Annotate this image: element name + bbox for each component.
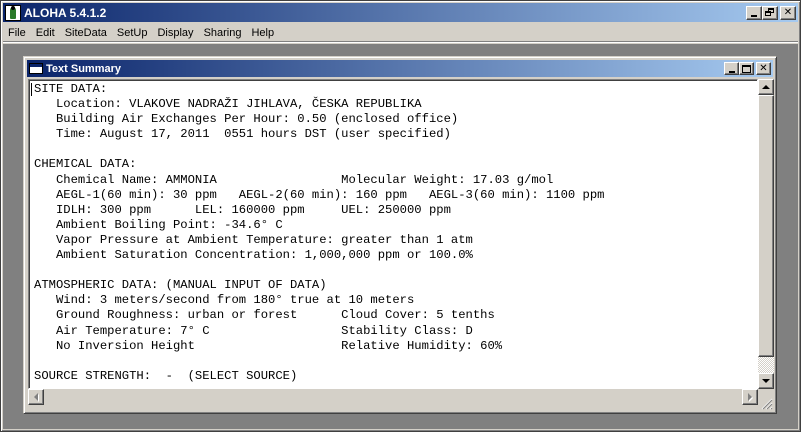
app-titlebar[interactable]: ALOHA 5.4.1.2 ✕	[3, 3, 798, 22]
arrow-left-icon	[34, 393, 38, 401]
minimize-button[interactable]	[746, 5, 762, 20]
text-summary-titlebar[interactable]: Text Summary ✕	[27, 60, 773, 77]
scroll-left-button[interactable]	[28, 389, 44, 405]
summary-text-area[interactable]: SITE DATA: Location: VLAKOVE NADRAŽI JIH…	[28, 79, 758, 389]
menu-sharing[interactable]: Sharing	[199, 27, 247, 39]
minimize-icon	[751, 14, 757, 17]
aloha-app-icon[interactable]	[5, 4, 21, 21]
menu-sitedata[interactable]: SiteData	[60, 27, 112, 39]
close-button[interactable]: ✕	[780, 5, 796, 20]
summary-line: Ground Roughness: urban or forest Cloud …	[34, 308, 495, 323]
menu-file[interactable]: File	[3, 27, 31, 39]
close-icon: ✕	[759, 62, 768, 74]
summary-line: CHEMICAL DATA:	[34, 157, 137, 172]
summary-text: SITE DATA: Location: VLAKOVE NADRAŽI JIH…	[34, 82, 604, 384]
mdi-client-area: Text Summary ✕ SITE DATA: Location: VLAK…	[3, 44, 798, 429]
scroll-right-button[interactable]	[742, 389, 758, 405]
vertical-scrollbar[interactable]	[758, 79, 774, 389]
horizontal-scrollbar[interactable]	[28, 389, 774, 405]
summary-line: Ambient Saturation Concentration: 1,000,…	[34, 248, 473, 263]
summary-line: Building Air Exchanges Per Hour: 0.50 (e…	[34, 112, 459, 127]
aloha-main-window: ALOHA 5.4.1.2 ✕ File Edit SiteData SetUp…	[0, 0, 801, 432]
child-close-button[interactable]: ✕	[756, 62, 771, 75]
maximize-icon	[742, 64, 751, 73]
text-summary-window: Text Summary ✕ SITE DATA: Location: VLAK…	[23, 56, 777, 414]
scroll-down-button[interactable]	[758, 373, 774, 389]
restore-icon	[765, 8, 775, 17]
menu-display[interactable]: Display	[152, 27, 198, 39]
summary-line: SOURCE STRENGTH: - (SELECT SOURCE)	[34, 368, 298, 383]
arrow-right-icon	[748, 393, 752, 401]
summary-line: ATMOSPHERIC DATA: (MANUAL INPUT OF DATA)	[34, 278, 327, 293]
summary-line: Time: August 17, 2011 0551 hours DST (us…	[34, 127, 451, 142]
child-maximize-button[interactable]	[739, 62, 754, 75]
arrow-down-icon	[762, 379, 770, 383]
menu-edit[interactable]: Edit	[31, 27, 60, 39]
restore-button[interactable]	[762, 5, 778, 20]
summary-line: Wind: 3 meters/second from 180° true at …	[34, 293, 415, 308]
summary-line: SITE DATA:	[34, 82, 108, 96]
summary-line: IDLH: 300 ppm LEL: 160000 ppm UEL: 25000…	[34, 202, 451, 217]
summary-line: Air Temperature: 7° C Stability Class: D	[34, 323, 473, 338]
summary-line: AEGL-1(60 min): 30 ppm AEGL-2(60 min): 1…	[34, 187, 605, 202]
scroll-up-button[interactable]	[758, 79, 774, 95]
menu-help[interactable]: Help	[246, 27, 279, 39]
minimize-icon	[728, 70, 735, 73]
vertical-scroll-thumb[interactable]	[758, 95, 774, 357]
menu-bar: File Edit SiteData SetUp Display Sharing…	[3, 24, 798, 42]
text-summary-title: Text Summary	[46, 62, 121, 75]
app-title: ALOHA 5.4.1.2	[24, 5, 107, 20]
text-document-icon[interactable]	[29, 63, 43, 74]
summary-line: Ambient Boiling Point: -34.6° C	[34, 217, 283, 232]
menu-setup[interactable]: SetUp	[112, 27, 153, 39]
summary-line: Chemical Name: AMMONIA Molecular Weight:…	[34, 172, 554, 187]
arrow-up-icon	[762, 85, 770, 89]
summary-line: No Inversion Height Relative Humidity: 6…	[34, 338, 503, 353]
close-icon: ✕	[783, 6, 793, 18]
summary-line: Location: VLAKOVE NADRAŽI JIHLAVA, ČESKA…	[34, 97, 422, 112]
summary-line: Vapor Pressure at Ambient Temperature: g…	[34, 232, 473, 247]
size-grip-icon[interactable]	[761, 398, 773, 410]
text-caret	[31, 83, 32, 96]
child-minimize-button[interactable]	[724, 62, 739, 75]
